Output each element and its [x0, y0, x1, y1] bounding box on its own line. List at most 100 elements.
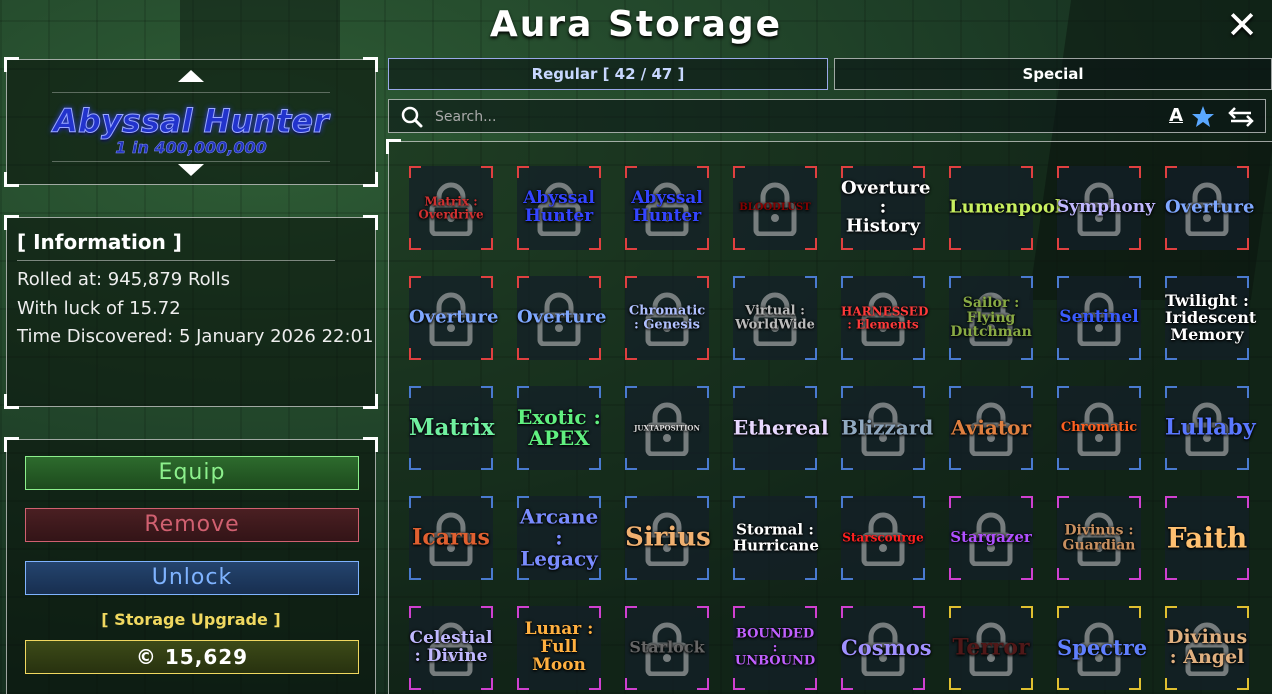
- aura-slot[interactable]: Matrix : Overdrive: [409, 166, 493, 250]
- rolled-at-text: Rolled at: 945,879 Rolls: [17, 269, 231, 290]
- aura-slot[interactable]: BLOODLUST: [733, 166, 817, 250]
- aura-slot-label: Divinus : Guardian: [1062, 522, 1136, 553]
- aura-slot[interactable]: Spectre: [1057, 606, 1148, 690]
- aura-slot[interactable]: Lunar : Full Moon: [517, 606, 601, 690]
- aura-slot[interactable]: Sentinel: [1057, 276, 1141, 360]
- aura-slot[interactable]: Arcane : Legacy: [517, 496, 601, 580]
- aura-slot-label: Divinus : Angel: [1166, 626, 1248, 668]
- selected-aura-name: Abyssal Hunter: [53, 102, 329, 141]
- aura-slot-label: Celestial : Divine: [409, 628, 493, 666]
- aura-slot-label: Cosmos: [841, 634, 932, 660]
- aura-slot-label: Sentinel: [1059, 307, 1139, 328]
- aura-slot-label: BOUNDED : UNBOUND: [734, 626, 816, 669]
- aura-slot-label: Exotic : APEX: [517, 405, 601, 450]
- aura-slot[interactable]: Divinus : Guardian: [1057, 496, 1141, 580]
- aura-slot[interactable]: Lullaby: [1165, 386, 1256, 470]
- chevron-down-icon[interactable]: [178, 164, 204, 176]
- aura-slot-label: Aviator: [951, 415, 1031, 440]
- aura-slot[interactable]: Overture: [1165, 166, 1255, 250]
- aura-slot[interactable]: Stargazer: [949, 496, 1033, 580]
- search-input[interactable]: [433, 106, 1037, 128]
- star-icon[interactable]: [1191, 105, 1215, 129]
- aura-slot-label: Spectre: [1057, 634, 1148, 660]
- aura-slot[interactable]: Terror: [949, 606, 1033, 690]
- aura-slot[interactable]: Divinus : Angel: [1165, 606, 1249, 690]
- swap-arrows-icon[interactable]: [1227, 106, 1255, 128]
- aura-slot-label: Icarus: [412, 524, 490, 551]
- aura-slot[interactable]: Twilight : Iridescent Memory: [1165, 276, 1257, 360]
- aura-slot[interactable]: BOUNDED : UNBOUND: [733, 606, 817, 690]
- aura-slot[interactable]: Chromatic : Genesis: [625, 276, 709, 360]
- aura-slot[interactable]: Cosmos: [841, 606, 932, 690]
- aura-slot-label: Chromatic : Genesis: [628, 303, 706, 332]
- aura-slot-label: Starlock: [629, 637, 705, 657]
- aura-slot[interactable]: Lumenpool: [949, 166, 1062, 250]
- time-discovered-text: Time Discovered: 5 January 2026 22:01: [17, 326, 374, 347]
- aura-slot-label: Symphony: [1057, 197, 1155, 218]
- tab-special-label: Special: [1022, 65, 1084, 83]
- aura-slot-label: Lunar : Full Moon: [524, 619, 594, 675]
- selected-aura-odds: 1 in 400,000,000: [115, 138, 267, 158]
- aura-slot[interactable]: Chromatic: [1057, 386, 1141, 470]
- unlock-button[interactable]: Unlock: [25, 561, 359, 595]
- selected-aura-panel: Abyssal Hunter 1 in 400,000,000: [4, 57, 378, 187]
- remove-button[interactable]: Remove: [25, 508, 359, 542]
- equip-button[interactable]: Equip: [25, 456, 359, 490]
- aura-slot[interactable]: Stormal : Hurricane: [733, 496, 819, 580]
- search-icon: [401, 106, 423, 128]
- aura-slot-label: JUXTAPOSITION: [634, 423, 700, 433]
- aura-slot-label: Overture: [409, 306, 499, 328]
- tab-regular-label: Regular [ 42 / 47 ]: [531, 65, 685, 83]
- aura-slot-label: Arcane : Legacy: [519, 504, 599, 571]
- aura-slot[interactable]: Abyssal Hunter: [517, 166, 601, 250]
- aura-slot[interactable]: Sailor : Flying Dutchman: [949, 276, 1033, 360]
- aura-slot[interactable]: Aviator: [949, 386, 1033, 470]
- aura-slot-label: Stargazer: [950, 528, 1032, 547]
- aura-slot[interactable]: JUXTAPOSITION: [625, 386, 709, 470]
- aura-slot-label: Twilight : Iridescent Memory: [1165, 290, 1257, 344]
- storage-upgrade-label: [ Storage Upgrade ]: [101, 610, 281, 629]
- aura-slot[interactable]: Icarus: [409, 496, 493, 580]
- aura-slot-label: HARNESSED : Elements: [841, 304, 929, 331]
- aura-slot[interactable]: Matrix: [409, 386, 495, 470]
- storage-upgrade-button[interactable]: © 15,629: [25, 640, 359, 674]
- information-panel: [ Information ] Rolled at: 945,879 Rolls…: [4, 215, 378, 409]
- aura-slot[interactable]: Overture : History: [841, 166, 931, 250]
- aura-slot[interactable]: Symphony: [1057, 166, 1155, 250]
- aura-slot[interactable]: Abyssal Hunter: [625, 166, 709, 250]
- chevron-up-icon[interactable]: [178, 70, 204, 82]
- aura-slot[interactable]: HARNESSED : Elements: [841, 276, 929, 360]
- aura-slot[interactable]: Ethereal: [733, 386, 829, 470]
- aura-slot[interactable]: Starscourge: [841, 496, 925, 580]
- actions-panel: Equip Remove Unlock [ Storage Upgrade ] …: [4, 437, 378, 694]
- close-icon[interactable]: ✕: [1226, 6, 1258, 44]
- aura-slot-label: Blizzard: [841, 415, 934, 440]
- aura-slot-label: Abyssal Hunter: [631, 188, 703, 226]
- aura-slot[interactable]: Overture: [409, 276, 499, 360]
- aura-slot[interactable]: Virtual : WorldWide: [733, 276, 817, 360]
- aura-slot[interactable]: Overture: [517, 276, 606, 360]
- aura-slot-label: Sirius: [625, 522, 711, 553]
- aura-slot[interactable]: Faith: [1165, 496, 1249, 580]
- aura-slot-label: Sailor : Flying Dutchman: [950, 294, 1032, 341]
- information-heading: [ Information ]: [17, 230, 182, 254]
- aura-slot-label: Virtual : WorldWide: [735, 303, 815, 332]
- tab-special[interactable]: Special: [834, 58, 1272, 90]
- page-title: Aura Storage: [489, 4, 783, 45]
- tab-regular[interactable]: Regular [ 42 / 47 ]: [388, 58, 828, 90]
- aura-slot-label: Overture : History: [841, 177, 931, 237]
- search-bar: A: [388, 99, 1266, 133]
- aura-slot-label: Stormal : Hurricane: [733, 520, 819, 554]
- aura-slot-label: Overture: [1165, 196, 1255, 218]
- aura-slot-label: Matrix : Overdrive: [418, 194, 484, 221]
- aura-slot-label: Terror: [952, 634, 1030, 661]
- aura-slot[interactable]: Blizzard: [841, 386, 934, 470]
- aura-slot[interactable]: Exotic : APEX: [517, 386, 601, 470]
- sort-alphabetical-icon[interactable]: A: [1169, 105, 1183, 126]
- aura-slot[interactable]: Celestial : Divine: [409, 606, 493, 690]
- aura-slot-label: Lumenpool: [949, 196, 1062, 218]
- aura-slot-label: Faith: [1166, 521, 1248, 555]
- aura-slot[interactable]: Sirius: [625, 496, 711, 580]
- aura-slot[interactable]: Starlock: [625, 606, 709, 690]
- aura-slot-label: Chromatic: [1060, 420, 1138, 436]
